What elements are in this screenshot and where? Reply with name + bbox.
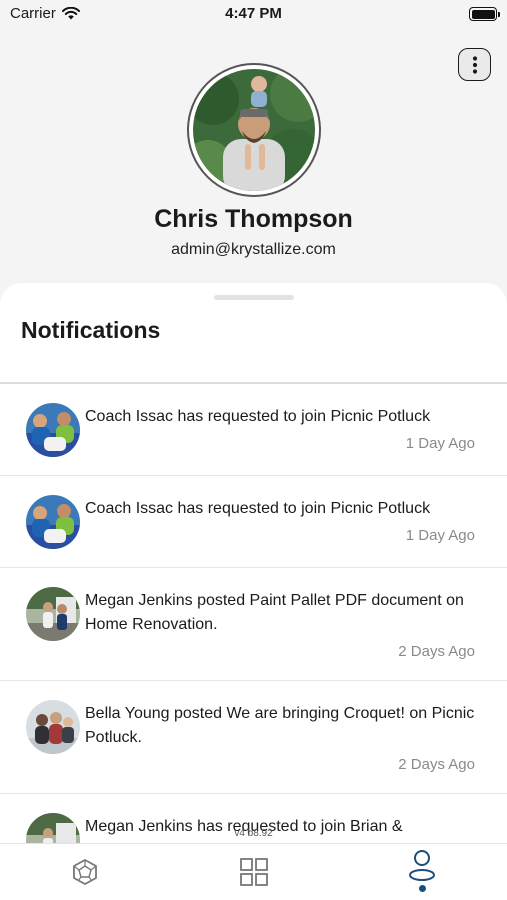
notification-text: Coach Issac has requested to join Picnic…	[85, 500, 431, 517]
notification-text: Bella Young posted We are bringing Croqu…	[85, 705, 475, 746]
tab-explore[interactable]	[65, 852, 105, 892]
tab-bar	[0, 843, 507, 900]
more-options-button[interactable]	[458, 48, 491, 81]
group-avatar	[26, 495, 80, 549]
notifications-title: Notifications	[21, 317, 161, 343]
sheet-grabber[interactable]	[214, 295, 294, 300]
profile-photo	[193, 69, 315, 191]
tab-profile[interactable]	[402, 846, 442, 886]
notification-text: Megan Jenkins posted Paint Pallet PDF do…	[85, 592, 464, 633]
notification-item[interactable]: Megan Jenkins posted Paint Pallet PDF do…	[0, 568, 507, 681]
profile-name: Chris Thompson	[154, 205, 353, 233]
status-bar: Carrier 4:47 PM	[0, 0, 507, 30]
status-time: 4:47 PM	[225, 5, 282, 22]
battery-icon	[469, 7, 500, 21]
vertical-dots-icon	[472, 55, 477, 74]
notification-time: 1 Day Ago	[405, 527, 475, 544]
group-avatar	[26, 700, 80, 754]
profile-avatar[interactable]	[187, 63, 321, 197]
notification-time: 2 Days Ago	[398, 643, 475, 660]
notification-item[interactable]: Coach Issac has requested to join Picnic…	[0, 476, 507, 568]
grid-icon	[240, 858, 268, 886]
active-tab-indicator	[419, 885, 426, 892]
notification-item[interactable]: Coach Issac has requested to join Picnic…	[0, 384, 507, 476]
dodecahedron-icon	[73, 858, 97, 886]
notification-text: Coach Issac has requested to join Picnic…	[85, 408, 431, 425]
version-label: v4 b8.92	[234, 828, 273, 839]
notification-time: 1 Day Ago	[405, 435, 475, 452]
profile-icon	[409, 850, 435, 881]
group-avatar	[26, 587, 80, 641]
notifications-sheet: Notifications Coach Issac has requested …	[0, 283, 507, 843]
notification-time: 2 Days Ago	[398, 756, 475, 773]
notifications-list: Coach Issac has requested to join Picnic…	[0, 384, 507, 843]
group-avatar	[26, 403, 80, 457]
notification-item[interactable]: Bella Young posted We are bringing Croqu…	[0, 681, 507, 794]
profile-email: admin@krystallize.com	[171, 241, 336, 258]
tab-groups[interactable]	[234, 852, 274, 892]
